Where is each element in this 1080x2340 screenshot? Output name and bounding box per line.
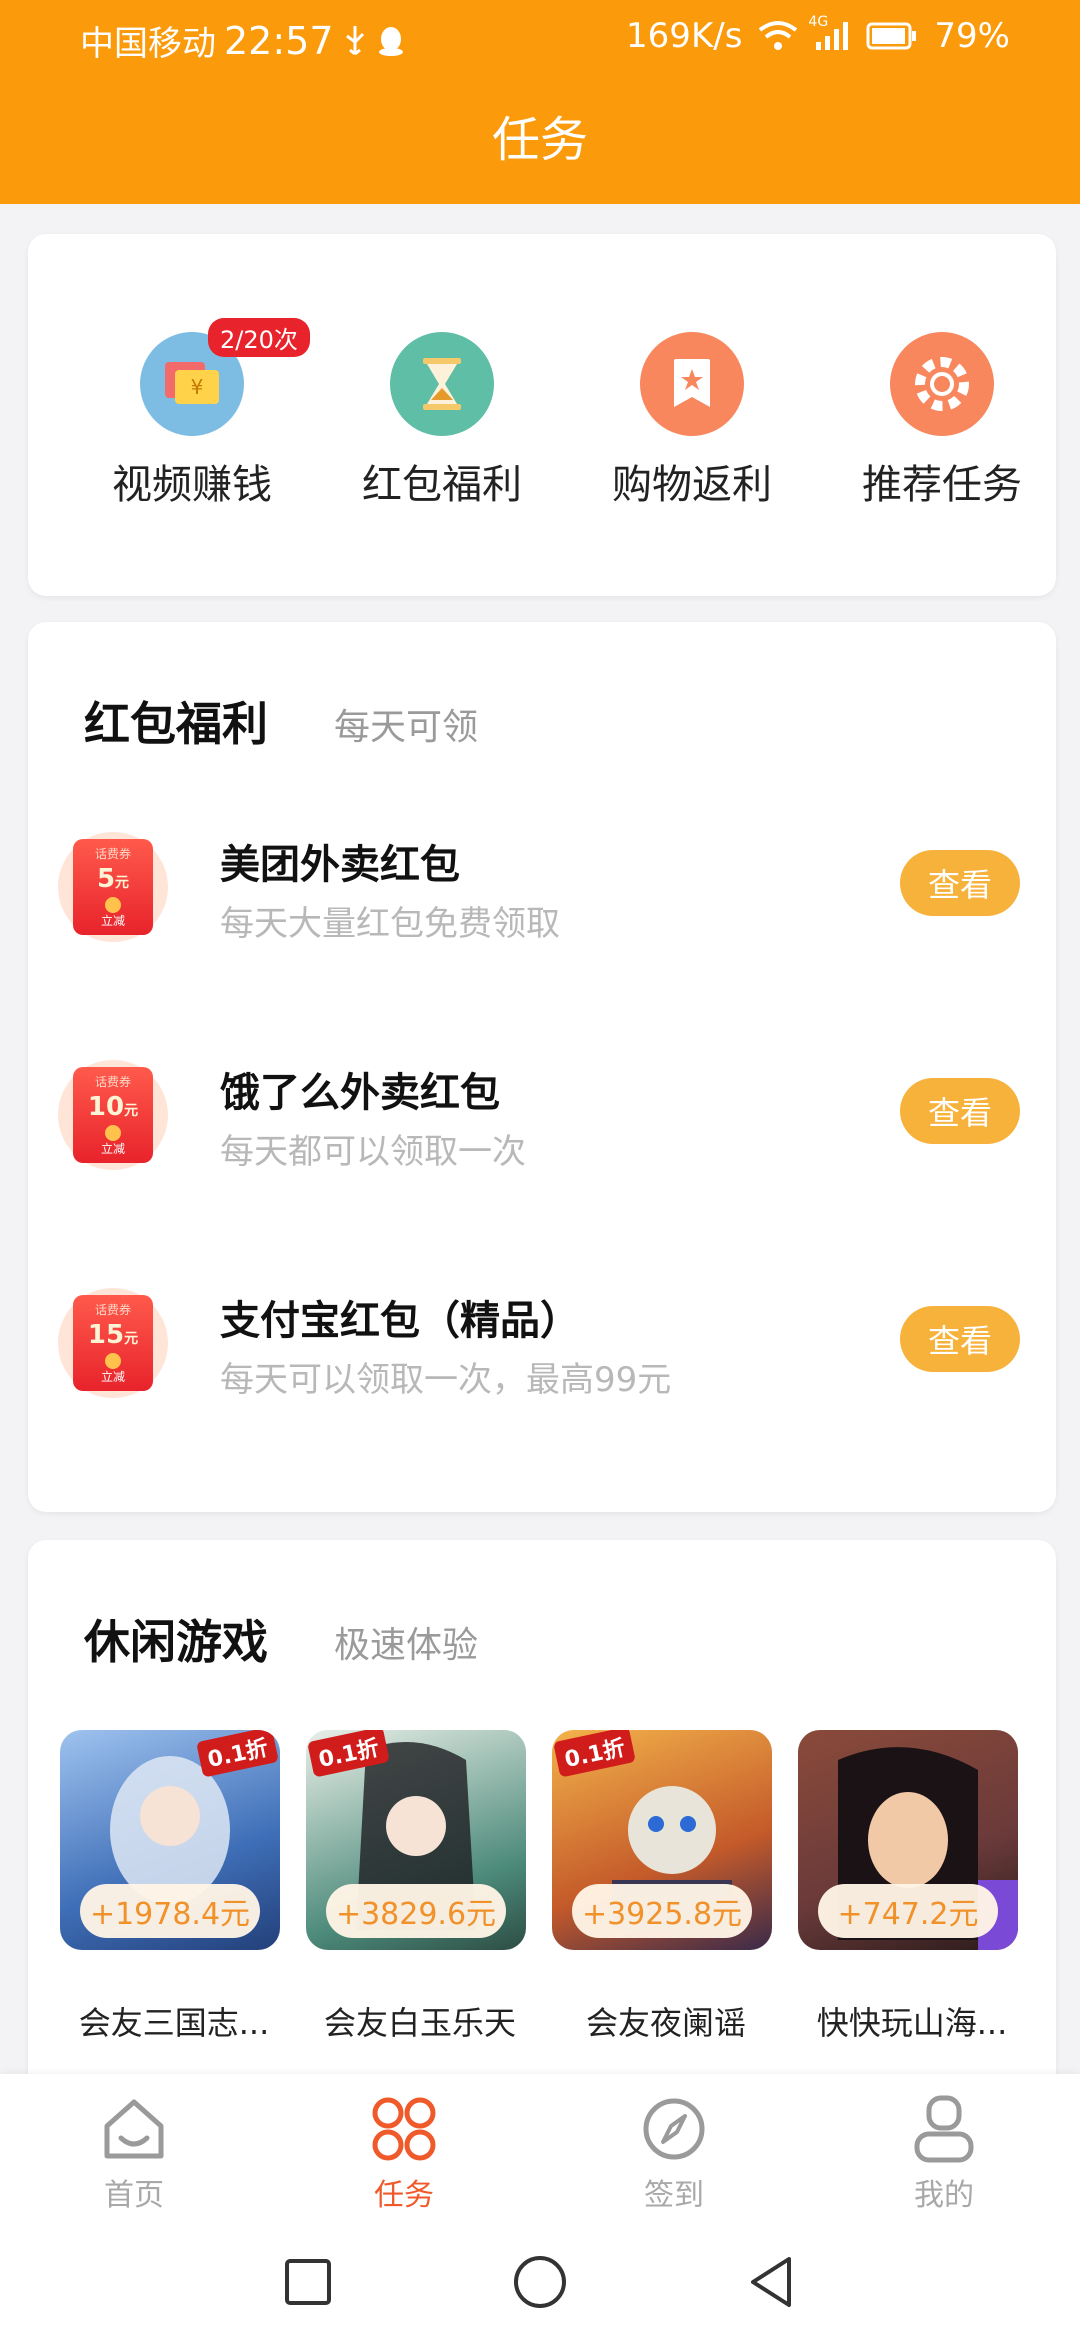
reward-amount: +3925.8元	[572, 1884, 752, 1938]
back-triangle-icon[interactable]	[740, 2250, 804, 2314]
home-icon	[99, 2094, 169, 2164]
view-button[interactable]: 查看	[900, 1306, 1020, 1372]
coupon-action: 立减	[100, 1370, 125, 1384]
game-tile[interactable]: 0.1折 +3829.6元 会友白玉乐天	[306, 1730, 526, 2042]
compass-icon	[639, 2094, 709, 2164]
tab-tasks[interactable]: 任务	[304, 2094, 504, 2224]
tab-checkin[interactable]: 签到	[574, 2094, 774, 2224]
coupon-action: 立减	[100, 914, 125, 928]
tab-label: 首页	[104, 2178, 164, 2213]
game-tile[interactable]: 0.1折 +1978.4元 会友三国志...	[60, 1730, 280, 2042]
item-title: 饿了么外卖红包	[220, 1070, 500, 1116]
game-art: 0.1折 +3925.8元	[552, 1730, 772, 1950]
battery-percent: 79%	[934, 16, 1010, 56]
game-tile[interactable]: +747.2元 快快玩山海...	[798, 1730, 1018, 2042]
section-subtitle: 极速体验	[334, 1625, 479, 1666]
grid-four-icon	[369, 2094, 439, 2164]
bookmark-star-icon	[640, 332, 744, 436]
section-title: 休闲游戏	[84, 1615, 268, 1669]
item-description: 每天大量红包免费领取	[220, 904, 560, 944]
top-header-area: 中国移动 22:57 169K/s 4G 79% 任务	[0, 0, 1080, 204]
coupon-action: 立减	[100, 1142, 125, 1156]
casual-games-card: 休闲游戏 极速体验 0.1折 +1978.4元 会友三国志... 0.1折 +3…	[28, 1540, 1056, 2100]
list-item[interactable]: 话费券 5元 立减 美团外卖红包 每天大量红包免费领取 查看	[28, 812, 1056, 982]
coupon-top-label: 话费券	[94, 847, 131, 861]
game-art: 0.1折 +1978.4元	[60, 1730, 280, 1950]
profile-icon	[909, 2094, 979, 2164]
quick-action-video-earn[interactable]: ¥ 2/20次 视频赚钱	[72, 234, 312, 596]
red-packet-card: 红包福利 每天可领 话费券 5元 立减 美团外卖红包 每天大量红包免费领取 查看…	[28, 622, 1056, 1512]
coupon-icon: 话费券 10元 立减	[58, 1060, 168, 1170]
status-bar: 中国移动 22:57 169K/s 4G 79%	[0, 0, 1080, 76]
quick-action-red-packet[interactable]: 红包福利	[322, 234, 562, 596]
coupon-top-label: 话费券	[94, 1303, 131, 1317]
quick-action-recommended[interactable]: 推荐任务	[822, 234, 1062, 596]
usb-icon	[342, 24, 368, 58]
game-tile[interactable]: 0.1折 +3925.8元 会友夜阑谣	[552, 1730, 772, 2042]
quick-action-label: 推荐任务	[862, 462, 1022, 508]
quick-action-label: 购物返利	[612, 462, 772, 508]
item-title: 支付宝红包（精品）	[220, 1298, 580, 1344]
wheel-icon	[890, 332, 994, 436]
coupon-amount: 10	[87, 1092, 125, 1122]
game-art: +747.2元	[798, 1730, 1018, 1950]
qq-icon	[376, 24, 406, 58]
reward-amount: +1978.4元	[80, 1884, 260, 1938]
coupon-unit: 元	[115, 875, 130, 891]
game-name: 会友白玉乐天	[323, 2004, 516, 2042]
coupon-icon: 话费券 5元 立减	[58, 832, 168, 942]
carrier-label: 中国移动	[80, 24, 216, 64]
tab-home[interactable]: 首页	[34, 2094, 234, 2224]
reward-amount: +3829.6元	[326, 1884, 506, 1938]
game-art: 0.1折 +3829.6元	[306, 1730, 526, 1950]
item-description: 每天可以领取一次，最高99元	[220, 1360, 672, 1400]
section-title: 红包福利	[84, 697, 268, 751]
home-circle-icon[interactable]	[508, 2250, 572, 2314]
net-speed: 169K/s	[626, 16, 743, 56]
coupon-unit: 元	[124, 1331, 139, 1347]
svg-text:¥: ¥	[191, 375, 204, 399]
list-item[interactable]: 话费券 10元 立减 饿了么外卖红包 每天都可以领取一次 查看	[28, 1040, 1056, 1210]
tab-label: 任务	[374, 2178, 434, 2213]
item-title: 美团外卖红包	[220, 842, 460, 888]
game-name: 快快玩山海...	[816, 2004, 1008, 2042]
tab-label: 签到	[644, 2178, 704, 2213]
quick-action-label: 红包福利	[362, 462, 522, 508]
signal-icon: 4G	[808, 14, 850, 52]
quick-action-label: 视频赚钱	[112, 462, 272, 508]
clock: 22:57	[224, 18, 334, 63]
section-subtitle: 每天可领	[334, 707, 479, 748]
bottom-nav: 首页 任务 签到 我的	[0, 2074, 1080, 2224]
recent-apps-icon[interactable]	[276, 2250, 340, 2314]
quick-actions-card: ¥ 2/20次 视频赚钱 红包福利 购物返利 推荐任务	[28, 234, 1056, 596]
quick-action-shopping-rebate[interactable]: 购物返利	[572, 234, 812, 596]
game-name: 会友夜阑谣	[585, 2004, 746, 2042]
coupon-unit: 元	[124, 1103, 139, 1119]
coupon-amount: 15	[87, 1320, 125, 1350]
reward-amount: +747.2元	[818, 1884, 998, 1938]
system-nav-bar	[0, 2224, 1080, 2340]
coupon-amount: 5	[96, 864, 116, 894]
item-description: 每天都可以领取一次	[220, 1132, 526, 1172]
game-name: 会友三国志...	[78, 2004, 270, 2042]
view-button[interactable]: 查看	[900, 850, 1020, 916]
tab-label: 我的	[914, 2178, 974, 2213]
battery-icon	[866, 21, 918, 51]
hourglass-icon	[390, 332, 494, 436]
coupon-icon: 话费券 15元 立减	[58, 1288, 168, 1398]
tab-profile[interactable]: 我的	[844, 2094, 1044, 2224]
signal-label: 4G	[808, 14, 829, 30]
video-earn-count-badge: 2/20次	[208, 318, 310, 357]
view-button[interactable]: 查看	[900, 1078, 1020, 1144]
page-title: 任务	[491, 112, 588, 168]
wifi-icon	[758, 20, 798, 52]
coupon-top-label: 话费券	[94, 1075, 131, 1089]
list-item[interactable]: 话费券 15元 立减 支付宝红包（精品） 每天可以领取一次，最高99元 查看	[28, 1268, 1056, 1438]
